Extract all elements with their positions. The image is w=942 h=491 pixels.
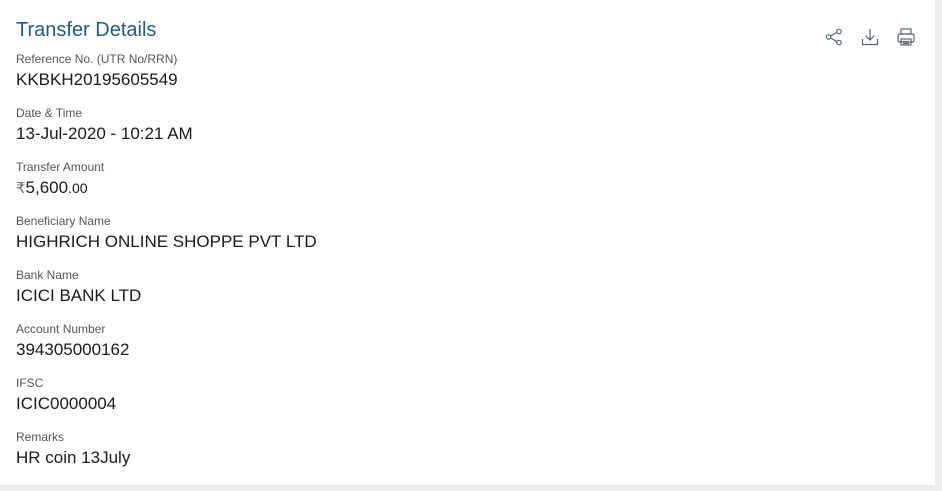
amount-label: Transfer Amount — [16, 160, 105, 174]
datetime-field: Date & Time 13-Jul-2020 - 10:21 AM — [16, 106, 896, 160]
action-toolbar — [823, 26, 917, 48]
share-icon — [825, 28, 842, 46]
account-field: Account Number 394305000162 — [16, 322, 896, 376]
remarks-field: Remarks HR coin 13July — [16, 430, 896, 484]
remarks-label: Remarks — [16, 430, 65, 444]
reference-label: Reference No. (UTR No/RRN) — [16, 52, 178, 66]
page-title: Transfer Details — [16, 19, 157, 41]
beneficiary-field: Beneficiary Name HIGHRICH ONLINE SHOPPE … — [16, 214, 896, 268]
print-button[interactable] — [895, 26, 917, 48]
download-button[interactable] — [859, 26, 881, 48]
beneficiary-value: HIGHRICH ONLINE SHOPPE PVT LTD — [16, 232, 317, 251]
ifsc-label: IFSC — [16, 376, 44, 390]
account-label: Account Number — [16, 322, 106, 336]
reference-value: KKBKH20195605549 — [16, 70, 178, 89]
transfer-details-card: Transfer Details Reference No. (UTR No/R… — [0, 0, 935, 485]
beneficiary-label: Beneficiary Name — [16, 214, 111, 228]
bank-label: Bank Name — [16, 268, 79, 282]
datetime-value: 13-Jul-2020 - 10:21 AM — [16, 124, 193, 143]
rupee-icon: ₹ — [16, 180, 26, 197]
amount-decimal: .00 — [68, 180, 88, 196]
bank-field: Bank Name ICICI BANK LTD — [16, 268, 896, 322]
amount-field: Transfer Amount ₹5,600.00 — [16, 160, 896, 214]
print-icon — [897, 28, 915, 46]
datetime-label: Date & Time — [16, 106, 83, 120]
download-icon — [861, 29, 879, 46]
remarks-value: HR coin 13July — [16, 448, 131, 467]
details-list: Reference No. (UTR No/RRN) KKBKH20195605… — [16, 52, 896, 484]
amount-value: ₹5,600.00 — [16, 177, 88, 200]
ifsc-field: IFSC ICIC0000004 — [16, 376, 896, 430]
ifsc-value: ICIC0000004 — [16, 394, 117, 413]
amount-whole: 5,600 — [25, 178, 69, 197]
share-button[interactable] — [823, 26, 845, 48]
reference-field: Reference No. (UTR No/RRN) KKBKH20195605… — [16, 52, 896, 106]
bank-value: ICICI BANK LTD — [16, 286, 142, 305]
account-value: 394305000162 — [16, 340, 130, 359]
